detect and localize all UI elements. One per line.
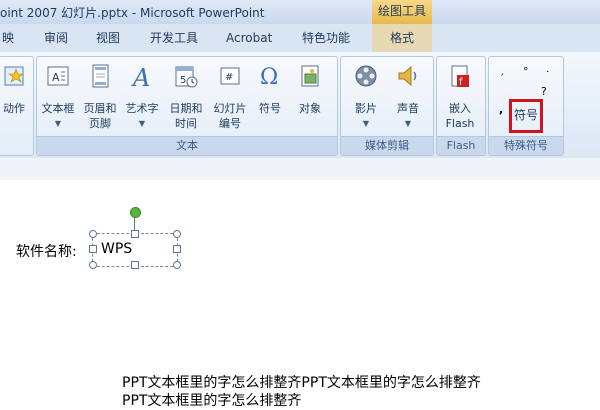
tab-slideshow[interactable]: 映: [2, 24, 14, 52]
context-tab-band: 格式: [372, 24, 432, 52]
resize-handle[interactable]: [173, 230, 181, 238]
textbox-icon: A: [47, 66, 69, 86]
svg-text:Ω: Ω: [260, 65, 278, 89]
flash-icon: f: [451, 65, 469, 88]
chevron-down-icon: ▼: [138, 119, 146, 128]
chevron-down-icon: ▼: [362, 119, 370, 128]
resize-handle[interactable]: [89, 245, 97, 253]
group-partial: 动作: [0, 56, 34, 156]
special-symbols-button[interactable]: 符号: [509, 106, 543, 123]
symbol-glyph[interactable]: ?: [541, 85, 547, 98]
chevron-down-icon: ▼: [54, 119, 62, 128]
context-tab-group: 绘图工具: [372, 0, 432, 24]
date-time-button[interactable]: 5 日期和 时间: [170, 61, 203, 135]
calendar-icon: 5: [175, 66, 198, 88]
group-label-text: 文本: [37, 136, 337, 155]
symbol-glyph[interactable]: °: [523, 65, 529, 78]
wordart-label: 艺术字: [125, 102, 159, 115]
omega-icon: Ω: [260, 65, 278, 89]
chevron-down-icon: ▼: [404, 119, 412, 128]
group-label-special-symbols: 特殊符号: [489, 136, 563, 155]
ribbon: 动作 A 文本框 ▼ 页眉和 页脚 A 艺术字 ▼ 5 日期和 时间 # 幻灯片…: [0, 52, 600, 159]
embed-flash-button[interactable]: f 嵌入 Flash: [445, 61, 475, 135]
object-label: 对象: [299, 102, 321, 115]
object-icon: [301, 65, 319, 87]
sound-label: 声音: [397, 102, 419, 115]
textbox-button[interactable]: A 文本框 ▼: [42, 61, 75, 135]
tab-format[interactable]: 格式: [390, 24, 414, 52]
symbol-button[interactable]: Ω 符号: [255, 61, 285, 135]
header-footer-label: 页眉和 页脚: [83, 102, 117, 130]
tab-developer[interactable]: 开发工具: [150, 24, 198, 52]
resize-handle[interactable]: [131, 261, 139, 269]
tab-review[interactable]: 审阅: [44, 24, 68, 52]
svg-text:A: A: [131, 64, 150, 89]
software-name-label: 软件名称:: [16, 244, 77, 260]
ribbon-tab-bar: 映 审阅 视图 开发工具 Acrobat 特色功能: [0, 24, 600, 52]
svg-text:5: 5: [180, 75, 186, 86]
symbol-glyph[interactable]: ˏ: [499, 63, 505, 76]
action-button[interactable]: 动作: [0, 61, 29, 135]
slide-number-button[interactable]: # 幻灯片 编号: [214, 61, 247, 135]
symbol-glyph[interactable]: ˙: [545, 69, 551, 82]
body-text-line-1: PPT文本框里的字怎么排整齐PPT文本框里的字怎么排整齐: [122, 375, 481, 391]
tab-acrobat[interactable]: Acrobat: [226, 24, 272, 52]
window-title: oint 2007 幻灯片.pptx - Microsoft PowerPoin…: [0, 6, 265, 20]
group-flash: f 嵌入 Flash Flash: [436, 56, 486, 156]
embed-flash-label: 嵌入 Flash: [445, 102, 475, 130]
group-text: A 文本框 ▼ 页眉和 页脚 A 艺术字 ▼ 5 日期和 时间 # 幻灯片 编号…: [36, 56, 338, 156]
speaker-icon: [398, 65, 417, 87]
sound-button[interactable]: 声音 ▼: [393, 61, 423, 135]
film-reel-icon: [355, 65, 377, 87]
svg-text:f: f: [459, 77, 463, 88]
wordart-button[interactable]: A 艺术字 ▼: [126, 61, 159, 135]
slide-pane-top: [0, 158, 600, 180]
title-bar: oint 2007 幻灯片.pptx - Microsoft PowerPoin…: [0, 0, 600, 24]
svg-text:A: A: [52, 71, 60, 84]
textbox-content[interactable]: WPS: [101, 241, 132, 257]
group-media: 影片 ▼ 声音 ▼ 媒体剪辑: [340, 56, 434, 156]
resize-handle[interactable]: [89, 261, 97, 269]
movie-label: 影片: [355, 102, 377, 115]
tab-view[interactable]: 视图: [96, 24, 120, 52]
tab-featured[interactable]: 特色功能: [302, 24, 350, 52]
resize-handle[interactable]: [173, 261, 181, 269]
action-star-icon: [4, 66, 24, 86]
resize-handle[interactable]: [131, 230, 139, 238]
resize-handle[interactable]: [173, 245, 181, 253]
rotate-handle[interactable]: [130, 207, 141, 218]
group-label-media: 媒体剪辑: [341, 136, 433, 155]
group-special-symbols: ˏ ° ˙ ? , 符号 特殊符号: [488, 56, 564, 156]
wordart-icon: A: [131, 64, 150, 89]
symbol-glyph[interactable]: ,: [499, 103, 503, 116]
svg-text:#: #: [225, 72, 233, 83]
textbox-label: 文本框: [41, 102, 75, 115]
resize-handle[interactable]: [89, 230, 97, 238]
object-button[interactable]: 对象: [295, 61, 325, 135]
slide-canvas[interactable]: [0, 158, 600, 400]
group-label-flash: Flash: [437, 136, 485, 155]
movie-button[interactable]: 影片 ▼: [351, 61, 381, 135]
header-footer-icon: [92, 64, 109, 88]
symbol-label: 符号: [259, 102, 281, 115]
header-footer-button[interactable]: 页眉和 页脚: [84, 61, 117, 135]
date-time-label: 日期和 时间: [169, 102, 203, 130]
body-text-line-2: PPT文本框里的字怎么排整齐: [122, 393, 302, 409]
slide-number-icon: #: [220, 67, 240, 85]
slide-number-label: 幻灯片 编号: [213, 102, 247, 130]
action-label: 动作: [3, 102, 25, 115]
